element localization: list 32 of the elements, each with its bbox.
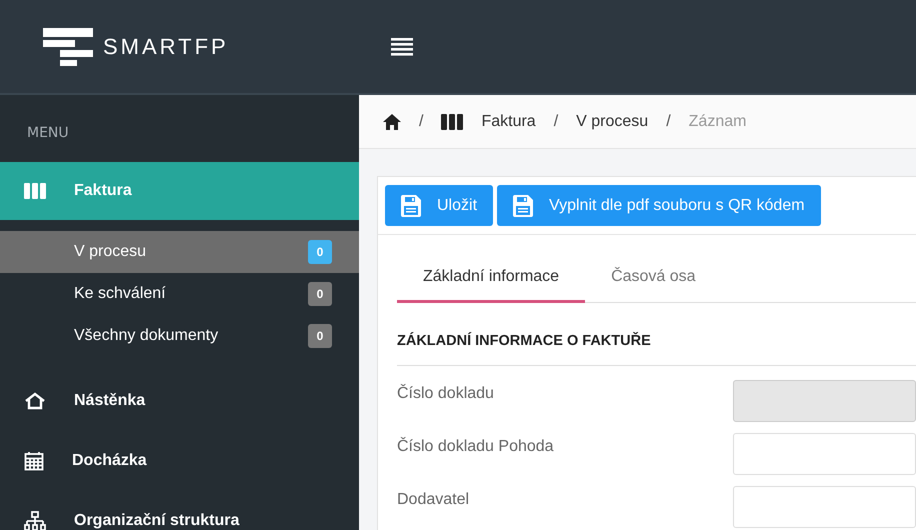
binders-icon: [441, 114, 464, 130]
tab[interactable]: Časová osa: [585, 256, 722, 303]
field-label: Číslo dokladu: [397, 383, 495, 403]
submenu-item[interactable]: Ke schválení 0: [0, 273, 359, 315]
home-icon[interactable]: [383, 114, 401, 130]
calendar-icon: [24, 451, 44, 471]
org-chart-icon: [24, 511, 46, 530]
sidebar-item[interactable]: Organizační struktura: [0, 491, 359, 530]
menu-icon[interactable]: [391, 38, 413, 56]
home-icon: [24, 392, 46, 410]
field-label: Číslo dokladu Pohoda: [397, 436, 555, 456]
section-title: ZÁKLADNÍ INFORMACE O FAKTUŘE: [397, 333, 916, 366]
breadcrumb-separator: /: [554, 112, 558, 130]
count-badge: 0: [308, 240, 332, 264]
submenu-item[interactable]: V procesu 0: [0, 231, 359, 273]
menu-heading: MENU: [26, 124, 70, 143]
breadcrumb-separator: /: [666, 112, 671, 130]
logo-text: SMARTFP: [103, 34, 229, 60]
logo-icon: [43, 28, 93, 66]
input-field[interactable]: [733, 486, 916, 528]
count-badge: 0: [308, 324, 332, 348]
breadcrumb-link[interactable]: V procesu: [576, 112, 648, 130]
sidebar-item[interactable]: Nástěnka: [0, 371, 359, 431]
input-field[interactable]: [733, 433, 916, 475]
sidebar-item[interactable]: Docházka: [0, 431, 359, 491]
count-badge: 0: [308, 282, 332, 306]
tab[interactable]: Základní informace: [397, 256, 586, 303]
binders-icon: [24, 183, 46, 199]
field-label: Dodavatel: [397, 490, 470, 509]
submenu-item[interactable]: Všechny dokumenty 0: [0, 315, 359, 357]
breadcrumb-separator: /: [419, 112, 424, 130]
breadcrumb-link[interactable]: Faktura: [481, 112, 536, 130]
